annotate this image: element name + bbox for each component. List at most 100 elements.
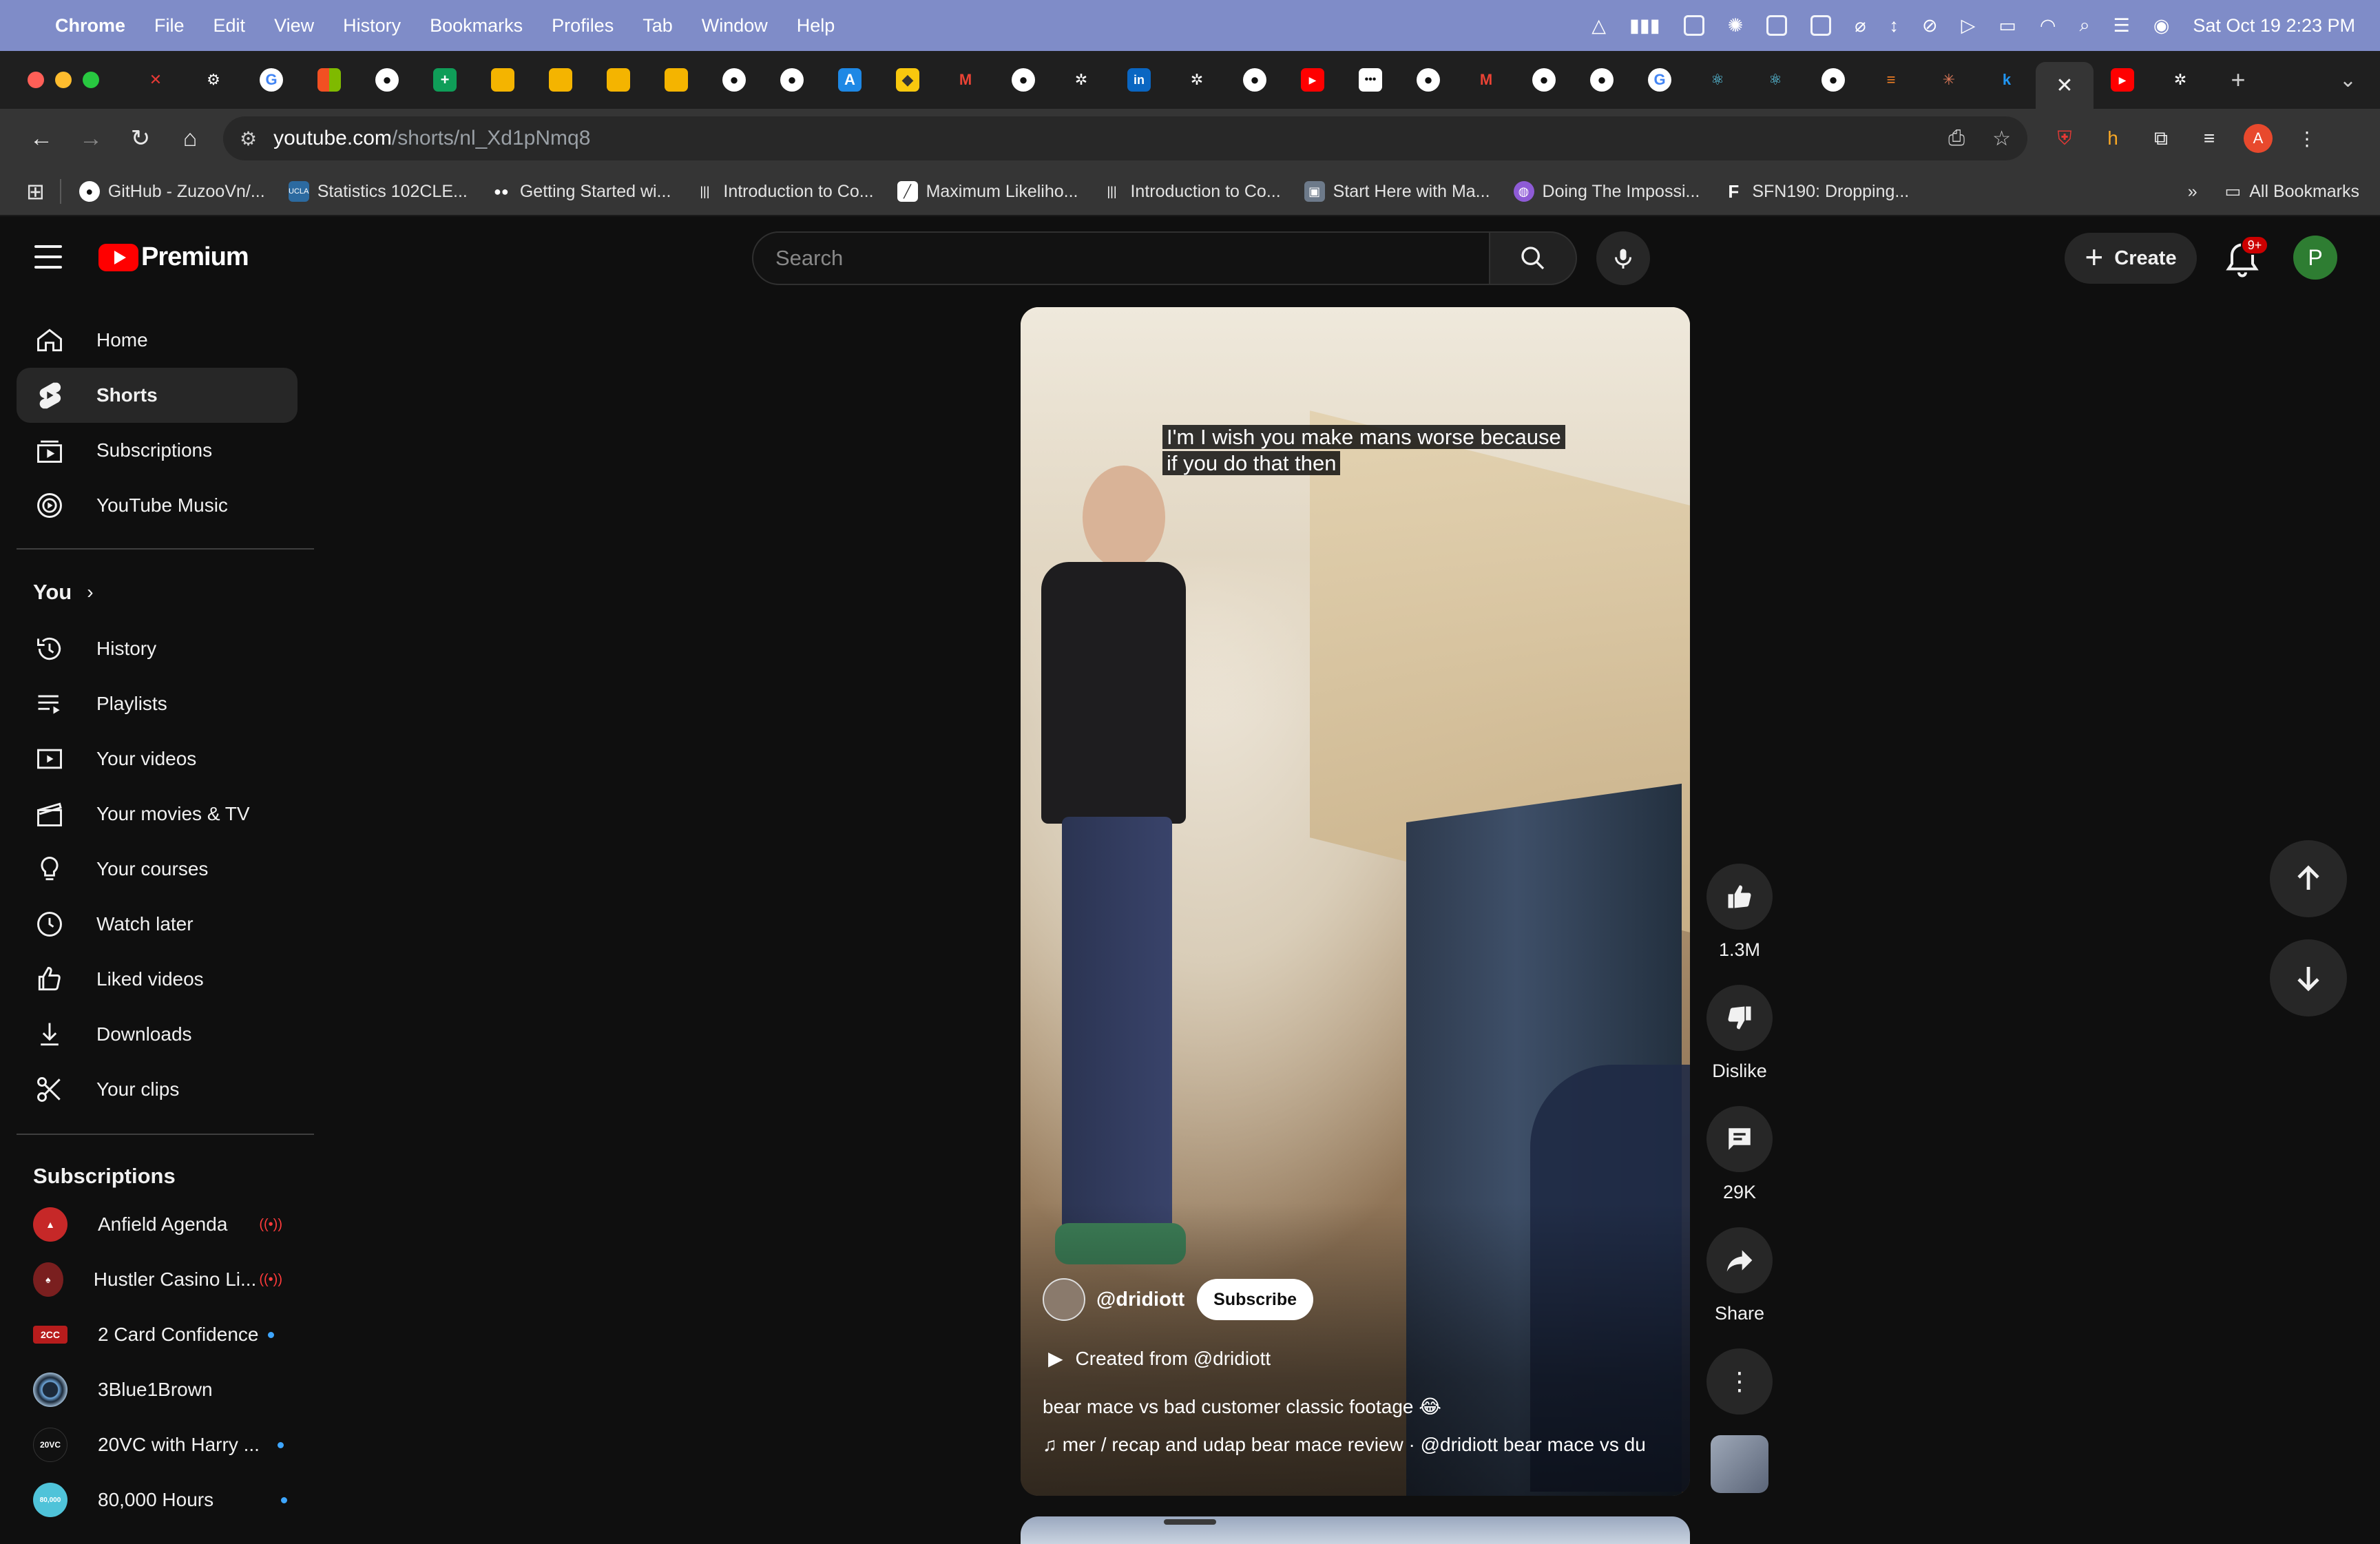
tab-react-2[interactable]: ⚛: [1746, 51, 1804, 109]
subscription-3blue1brown[interactable]: 3Blue1Brown: [17, 1362, 298, 1417]
brightness-icon[interactable]: ✺: [1728, 15, 1744, 36]
install-app-icon[interactable]: ⎙: [1948, 127, 1965, 151]
audio-levels-icon[interactable]: ▮▮▮: [1629, 15, 1660, 36]
tab-github-2[interactable]: ●: [705, 51, 763, 109]
more-bookmarks-chevron-icon[interactable]: »: [2188, 182, 2198, 202]
triangle-status-icon[interactable]: △: [1591, 15, 1606, 36]
close-window-icon[interactable]: [28, 72, 44, 88]
created-from-link[interactable]: ▶ Created from @dridiott: [1048, 1347, 1271, 1370]
search-button[interactable]: [1490, 231, 1577, 285]
subscription-2-card-confidence[interactable]: 2CC 2 Card Confidence: [17, 1307, 298, 1362]
arrows-icon[interactable]: ↕: [1890, 15, 1899, 36]
tab-slides-3[interactable]: [589, 51, 647, 109]
browser-menu-icon[interactable]: ⋮: [2293, 125, 2321, 152]
play-circle-icon[interactable]: ▷: [1961, 15, 1976, 36]
tab-github-9[interactable]: ●: [1804, 51, 1862, 109]
tab-active-close[interactable]: ✕: [2036, 62, 2094, 109]
tab-gmail-2[interactable]: M: [1457, 51, 1515, 109]
wifi-icon[interactable]: ◠: [2040, 15, 2056, 36]
bookmark-item[interactable]: UCLA Statistics 102CLE...: [288, 181, 468, 202]
tab-appstore[interactable]: A: [821, 51, 879, 109]
tab-claude[interactable]: ✳: [1920, 51, 1978, 109]
bookmark-item[interactable]: ||| Introduction to Co...: [1101, 181, 1280, 202]
tab-github-8[interactable]: ●: [1573, 51, 1631, 109]
menu-edit[interactable]: Edit: [213, 15, 246, 36]
menu-history[interactable]: History: [343, 15, 401, 36]
sound-thumbnail[interactable]: [1711, 1435, 1768, 1493]
tab-youtube-1[interactable]: ▶: [1284, 51, 1342, 109]
channel-avatar[interactable]: [1043, 1278, 1085, 1321]
sidebar-item-your-videos[interactable]: Your videos: [17, 731, 298, 786]
paperclip-icon[interactable]: ⌀: [1855, 15, 1866, 36]
tab-openai-2[interactable]: ✲: [1168, 51, 1226, 109]
tab-openai-1[interactable]: ✲: [1052, 51, 1110, 109]
shorts-video-player[interactable]: I'm I wish you make mans worse because i…: [1021, 307, 1690, 1496]
sidebar-item-movies-tv[interactable]: Your movies & TV: [17, 786, 298, 842]
sidebar-item-home[interactable]: Home: [17, 313, 298, 368]
clipboard-icon[interactable]: [1766, 15, 1788, 36]
bookmark-item[interactable]: ●● Getting Started wi...: [491, 181, 671, 202]
browser-profile-avatar[interactable]: A: [2244, 124, 2273, 153]
youtube-premium-logo[interactable]: Premium: [98, 242, 249, 272]
dislike-button[interactable]: [1706, 985, 1773, 1051]
tab-coursera[interactable]: ◆: [879, 51, 937, 109]
text-a-icon[interactable]: [1810, 15, 1832, 36]
bookmark-item[interactable]: ▣ Start Here with Ma...: [1304, 181, 1490, 202]
back-button[interactable]: ←: [17, 114, 66, 163]
menu-tab[interactable]: Tab: [643, 15, 673, 36]
site-info-icon[interactable]: ⚙: [240, 127, 257, 150]
sidebar-item-courses[interactable]: Your courses: [17, 842, 298, 897]
new-tab-button[interactable]: +: [2209, 65, 2267, 94]
tab-slides-2[interactable]: [532, 51, 589, 109]
all-bookmarks-folder[interactable]: ▭ All Bookmarks: [2225, 181, 2359, 202]
sidebar-item-subscriptions[interactable]: Subscriptions: [17, 423, 298, 478]
tab-github-5[interactable]: ●: [1226, 51, 1284, 109]
minimize-window-icon[interactable]: [55, 72, 72, 88]
sidebar-item-youtube-music[interactable]: YouTube Music: [17, 478, 298, 533]
tab-linkedin[interactable]: in: [1110, 51, 1168, 109]
close-tab-icon[interactable]: ✕: [2056, 74, 2073, 98]
zoom-status-icon[interactable]: [1683, 15, 1704, 36]
voice-search-button[interactable]: [1596, 231, 1650, 285]
bookmark-item[interactable]: ╱ Maximum Likeliho...: [897, 181, 1078, 202]
menu-app-name[interactable]: Chrome: [55, 15, 125, 36]
share-action[interactable]: Share: [1706, 1227, 1773, 1324]
tab-github-6[interactable]: ●: [1399, 51, 1457, 109]
account-avatar[interactable]: P: [2293, 236, 2337, 280]
sidebar-item-playlists[interactable]: Playlists: [17, 676, 298, 731]
you-section-title[interactable]: You ›: [33, 580, 94, 605]
music-ticker[interactable]: ♫ mer / recap and udap bear mace review …: [1043, 1434, 1690, 1456]
next-short-button[interactable]: [2270, 939, 2347, 1016]
tab-github-1[interactable]: ●: [358, 51, 416, 109]
drag-handle[interactable]: [1164, 1519, 1216, 1525]
tab-stackoverflow[interactable]: ≡: [1862, 51, 1920, 109]
tab-dots[interactable]: •••: [1342, 51, 1399, 109]
tab-slides-1[interactable]: [474, 51, 532, 109]
menu-profiles[interactable]: Profiles: [552, 15, 614, 36]
bookmark-item[interactable]: ||| Introduction to Co...: [694, 181, 873, 202]
battery-icon[interactable]: ▭: [1998, 15, 2016, 36]
subscription-hustler-casino[interactable]: ♠ Hustler Casino Li... ((•)): [17, 1252, 298, 1307]
sidebar-item-downloads[interactable]: Downloads: [17, 1007, 298, 1062]
create-button[interactable]: + Create: [2065, 233, 2197, 284]
bookmark-star-icon[interactable]: ☆: [1992, 127, 2011, 151]
forward-button[interactable]: →: [66, 114, 116, 163]
comments-button[interactable]: [1706, 1106, 1773, 1172]
media-control-icon[interactable]: ≡: [2195, 125, 2223, 152]
subscription-anfield-agenda[interactable]: ▲ Anfield Agenda ((•)): [17, 1197, 298, 1252]
tab-sheets[interactable]: +: [416, 51, 474, 109]
spotlight-search-icon[interactable]: ⌕: [2079, 14, 2089, 36]
tab-github-4[interactable]: ●: [994, 51, 1052, 109]
circle-slash-icon[interactable]: ⊘: [1922, 15, 1938, 36]
next-short-preview[interactable]: [1021, 1516, 1690, 1544]
apps-grid-icon[interactable]: ⊞: [26, 178, 45, 205]
subscription-80000-hours[interactable]: 80,000 80,000 Hours: [17, 1472, 298, 1527]
menu-window[interactable]: Window: [702, 15, 768, 36]
tab-react-1[interactable]: ⚛: [1689, 51, 1746, 109]
channel-handle[interactable]: @dridiott: [1096, 1289, 1184, 1311]
address-bar[interactable]: ⚙ youtube.com/shorts/nl_Xd1pNmq8 ⎙ ☆: [223, 116, 2027, 160]
siri-icon[interactable]: ◉: [2153, 15, 2170, 36]
tab-k[interactable]: k: [1978, 51, 2036, 109]
tab-openai-3[interactable]: ✲: [2151, 51, 2209, 109]
bookmark-item[interactable]: ◍ Doing The Impossi...: [1513, 181, 1700, 202]
